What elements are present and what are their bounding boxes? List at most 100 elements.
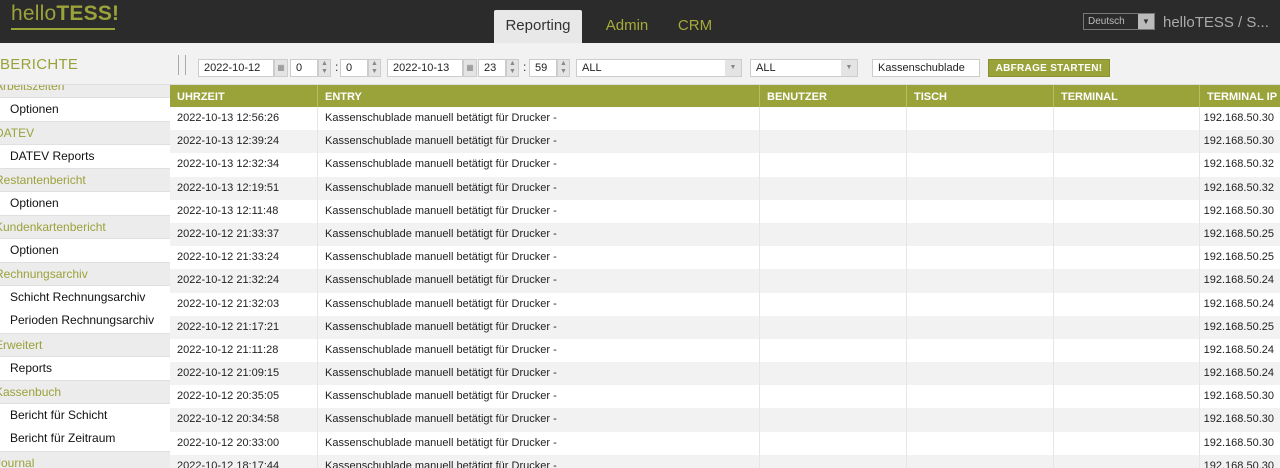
table-cell-entry: Kassenschublade manuell betätigt für Dru… (318, 292, 760, 316)
sidebar-group-arbeitszeiten[interactable]: Arbeitszeiten (0, 85, 170, 98)
sidebar-group-journal[interactable]: Journal (0, 450, 170, 468)
table-cell-tisch (907, 107, 1054, 131)
tab-crm[interactable]: CRM (672, 10, 718, 43)
sidebar-group-restantenbericht[interactable]: Restantenbericht (0, 168, 170, 192)
table-row[interactable]: 2022-10-12 20:34:58 Kassenschublade manue… (170, 408, 1280, 432)
filter-select-1[interactable]: ALL ▼ (576, 59, 742, 77)
table-cell-tisch (907, 269, 1054, 293)
table-row[interactable]: 2022-10-12 21:17:21 Kassenschublade manue… (170, 315, 1280, 339)
from-hour-input[interactable]: 0 (290, 59, 318, 77)
column-header-terminal-ip[interactable]: TERMINAL IP (1200, 85, 1280, 107)
table-row[interactable]: 2022-10-12 18:17:44 Kassenschublade manue… (170, 454, 1280, 468)
table-row[interactable]: 2022-10-13 12:56:26 Kassenschublade manue… (170, 107, 1280, 131)
calendar-icon[interactable]: ▦ (274, 59, 288, 77)
table-cell-benutzer (760, 362, 907, 386)
table-cell-benutzer (760, 222, 907, 247)
sidebar-item-optionen[interactable]: Optionen (0, 191, 170, 216)
sidebar-item-reports[interactable]: Reports (0, 356, 170, 381)
table-cell-uhrzeit: 2022-10-13 12:39:24 (170, 130, 318, 154)
sidebar-item-datev-reports[interactable]: DATEV Reports (0, 144, 170, 169)
table-cell-entry: Kassenschublade manuell betätigt für Dru… (318, 315, 760, 339)
language-select[interactable]: Deutsch ▼ (1083, 13, 1155, 30)
top-bar: helloTESS! Reporting Admin CRM Deutsch ▼… (0, 0, 1280, 43)
sidebar-group-datev[interactable]: DATEV (0, 121, 170, 145)
table-cell-terminal (1054, 454, 1200, 468)
to-minute-input[interactable]: 59 (529, 59, 557, 77)
column-header-tisch[interactable]: TISCH (907, 85, 1054, 107)
table-row[interactable]: 2022-10-13 12:11:48 Kassenschublade manue… (170, 199, 1280, 223)
table-cell-terminal-ip: 192.168.50.30 (1203, 459, 1274, 468)
column-header-uhrzeit[interactable]: UHRZEIT (170, 85, 318, 107)
table-row[interactable]: 2022-10-12 20:35:05 Kassenschublade manue… (170, 385, 1280, 409)
table-row[interactable]: 2022-10-12 21:32:03 Kassenschublade manue… (170, 292, 1280, 316)
table-row[interactable]: 2022-10-12 21:32:24 Kassenschublade manue… (170, 269, 1280, 293)
table-cell-uhrzeit: 2022-10-13 12:11:48 (170, 199, 318, 223)
from-hour-stepper[interactable]: ▲ ▼ (318, 59, 331, 77)
filter-select-2[interactable]: ALL ▼ (750, 59, 858, 77)
table-cell-terminal-ip: 192.168.50.30 (1203, 390, 1274, 403)
time-separator: : (523, 60, 527, 74)
panel-resize-handle[interactable] (178, 55, 186, 75)
sidebar-item-optionen[interactable]: Optionen (0, 97, 170, 122)
section-title: BERICHTE (0, 56, 79, 73)
table-cell-benutzer (760, 153, 907, 177)
table-cell-tisch (907, 246, 1054, 270)
table-cell-uhrzeit: 2022-10-12 20:35:05 (170, 385, 318, 409)
table-row[interactable]: 2022-10-12 21:09:15 Kassenschublade manue… (170, 362, 1280, 386)
table-cell-benutzer (760, 246, 907, 270)
column-header-terminal[interactable]: TERMINAL (1054, 85, 1200, 107)
table-cell-uhrzeit: 2022-10-12 21:11:28 (170, 338, 318, 363)
sidebar-group-erweitert[interactable]: Erweitert (0, 332, 170, 357)
table-cell-uhrzeit: 2022-10-12 21:32:03 (170, 292, 318, 316)
table-cell-terminal-ip: 192.168.50.25 (1203, 320, 1274, 333)
table-cell-terminal (1054, 107, 1200, 131)
column-header-entry[interactable]: ENTRY (318, 85, 760, 107)
tab-reporting[interactable]: Reporting (494, 10, 582, 43)
table-cell-entry: Kassenschublade manuell betätigt für Dru… (318, 269, 760, 293)
table-cell-terminal (1054, 292, 1200, 316)
table-cell-entry: Kassenschublade manuell betätigt für Dru… (318, 362, 760, 386)
to-date-input[interactable]: 2022-10-13 (387, 59, 463, 77)
to-minute-stepper[interactable]: ▲ ▼ (557, 59, 570, 77)
sidebar-group-kundenkartenbericht[interactable]: Kundenkartenbericht (0, 215, 170, 239)
table-cell-benutzer (760, 199, 907, 223)
to-hour-input[interactable]: 23 (478, 59, 506, 77)
table-row[interactable]: 2022-10-12 21:11:28 Kassenschublade manue… (170, 338, 1280, 363)
sidebar-group-kassenbuch[interactable]: Kassenbuch (0, 380, 170, 404)
language-value: Deutsch (1088, 16, 1125, 27)
sidebar-item-schicht-rechnungsarchiv[interactable]: Schicht Rechnungsarchiv (0, 285, 170, 310)
table-row[interactable]: 2022-10-12 21:33:37 Kassenschublade manue… (170, 222, 1280, 247)
table-row[interactable]: 2022-10-13 12:32:34 Kassenschublade manue… (170, 153, 1280, 177)
table-row[interactable]: 2022-10-12 21:33:24 Kassenschublade manue… (170, 246, 1280, 270)
sidebar-item-bericht-fuer-schicht[interactable]: Bericht für Schicht (0, 403, 170, 428)
table-cell-terminal (1054, 222, 1200, 247)
table-cell-terminal-ip: 192.168.50.24 (1203, 297, 1274, 310)
sidebar-item-bericht-fuer-zeitraum[interactable]: Bericht für Zeitraum (0, 427, 170, 451)
sidebar-item-optionen[interactable]: Optionen (0, 238, 170, 263)
sidebar-group-rechnungsarchiv[interactable]: Rechnungsarchiv (0, 262, 170, 286)
table-row[interactable]: 2022-10-13 12:39:24 Kassenschublade manue… (170, 130, 1280, 154)
table-cell-uhrzeit: 2022-10-12 21:32:24 (170, 269, 318, 293)
column-header-benutzer[interactable]: BENUTZER (760, 85, 907, 107)
submit-query-button[interactable]: ABFRAGE STARTEN! (988, 59, 1110, 77)
table-row[interactable]: 2022-10-12 20:33:00 Kassenschublade manue… (170, 431, 1280, 455)
results-table: UHRZEIT ENTRY BENUTZER TISCH TERMINAL TE… (170, 85, 1280, 468)
table-cell-terminal (1054, 269, 1200, 293)
tab-admin[interactable]: Admin (598, 10, 656, 43)
table-cell-terminal (1054, 199, 1200, 223)
calendar-icon[interactable]: ▦ (463, 59, 477, 77)
table-cell-terminal (1054, 176, 1200, 200)
table-cell-terminal (1054, 130, 1200, 154)
from-date-input[interactable]: 2022-10-12 (198, 59, 274, 77)
table-cell-tisch (907, 315, 1054, 339)
app-logo[interactable]: helloTESS! (11, 2, 119, 26)
search-input[interactable]: Kassenschublade (872, 59, 980, 77)
table-row[interactable]: 2022-10-13 12:19:51 Kassenschublade manue… (170, 176, 1280, 200)
table-cell-entry: Kassenschublade manuell betätigt für Dru… (318, 385, 760, 409)
table-cell-entry: Kassenschublade manuell betätigt für Dru… (318, 431, 760, 455)
sidebar-item-perioden-rechnungsarchiv[interactable]: Perioden Rechnungsarchiv (0, 309, 170, 333)
to-hour-stepper[interactable]: ▲ ▼ (506, 59, 519, 77)
from-minute-input[interactable]: 0 (340, 59, 368, 77)
from-minute-stepper[interactable]: ▲ ▼ (368, 59, 381, 77)
table-cell-benutzer (760, 292, 907, 316)
